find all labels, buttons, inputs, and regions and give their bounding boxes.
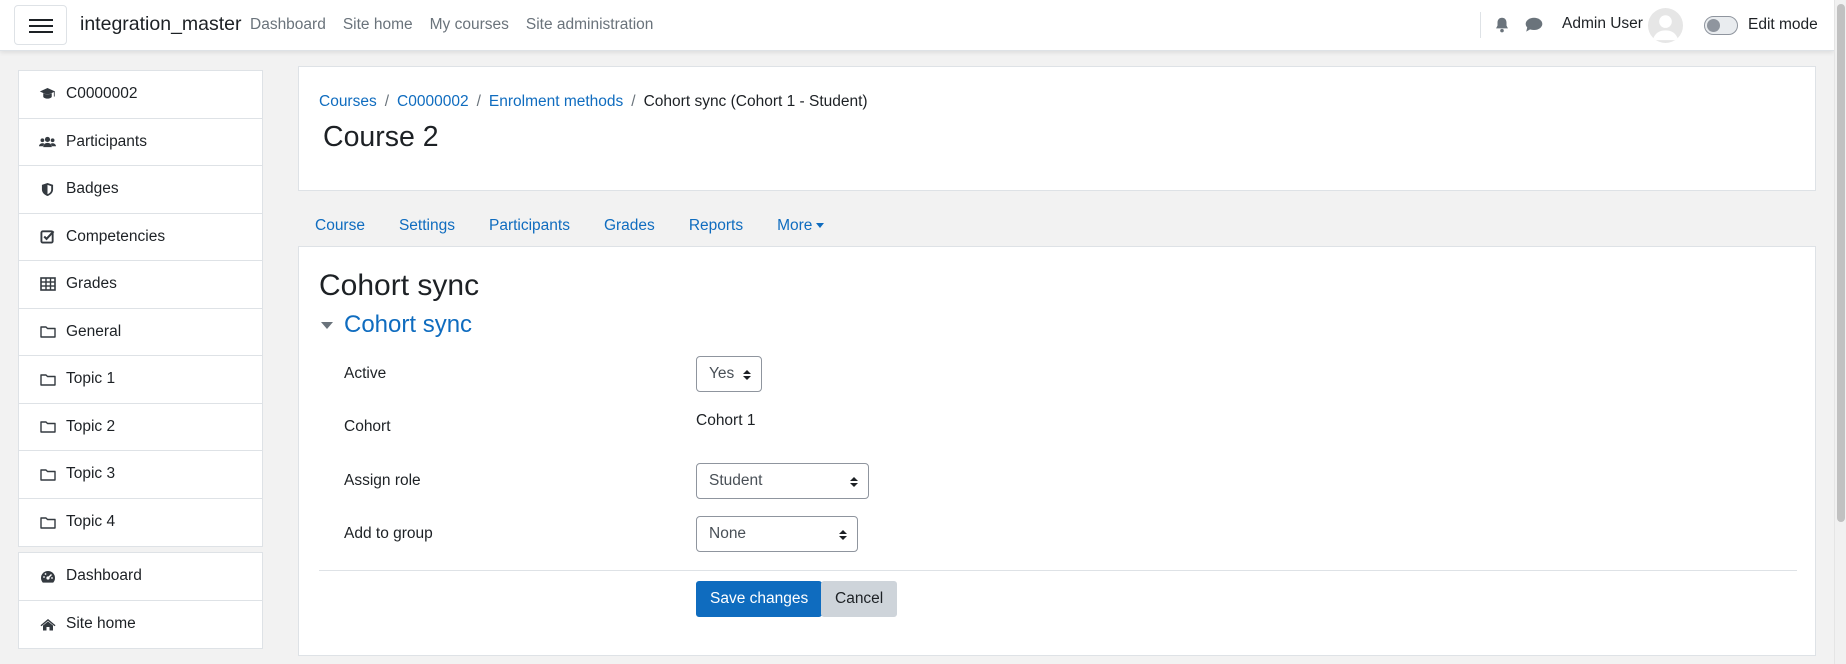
form-page-heading: Cohort sync xyxy=(319,269,480,302)
add-to-group-select-value: None xyxy=(709,525,747,542)
drawer-item-section-general[interactable]: General xyxy=(19,309,262,356)
page-title: Course 2 xyxy=(323,121,439,153)
tab-more[interactable]: More xyxy=(760,205,841,247)
drawer-item-label: Topic 1 xyxy=(66,370,116,388)
table-icon xyxy=(39,276,56,292)
breadcrumb-separator: / xyxy=(631,93,636,110)
tab-grades[interactable]: Grades xyxy=(587,205,672,247)
drawer-item-label: Topic 3 xyxy=(66,465,116,483)
drawer-item-grades[interactable]: Grades xyxy=(19,261,262,309)
drawer-item-participants[interactable]: Participants xyxy=(19,119,262,166)
nav-dashboard[interactable]: Dashboard xyxy=(250,16,326,34)
assign-role-label: Assign role xyxy=(344,472,421,489)
assign-role-select[interactable]: Student xyxy=(696,463,869,499)
page-scrollbar[interactable] xyxy=(1834,0,1846,664)
nav-site-administration[interactable]: Site administration xyxy=(526,16,654,34)
home-icon xyxy=(39,616,56,632)
tab-course[interactable]: Course xyxy=(298,205,382,247)
folder-icon xyxy=(39,514,56,530)
drawer-item-label: Topic 4 xyxy=(66,513,116,531)
cancel-button[interactable]: Cancel xyxy=(821,581,898,617)
drawer-item-label: Topic 2 xyxy=(66,417,116,435)
folder-icon xyxy=(39,419,56,435)
cohort-value: Cohort 1 xyxy=(696,412,756,429)
active-select-value: Yes xyxy=(709,365,735,382)
drawer-item-label: Participants xyxy=(66,132,147,150)
section-toggle[interactable]: Cohort sync xyxy=(321,311,472,339)
drawer-site-group: Dashboard Site home xyxy=(18,552,263,649)
bell-icon[interactable] xyxy=(1493,16,1511,34)
save-changes-button[interactable]: Save changes xyxy=(696,581,823,617)
users-icon xyxy=(39,134,56,150)
drawer-item-section-topic-4[interactable]: Topic 4 xyxy=(19,499,262,547)
cohort-label: Cohort xyxy=(344,418,391,435)
add-to-group-label: Add to group xyxy=(344,525,433,542)
tab-settings[interactable]: Settings xyxy=(382,205,472,247)
drawer-item-label: Dashboard xyxy=(66,567,142,585)
nav-my-courses[interactable]: My courses xyxy=(430,16,509,34)
drawer-item-label: Competencies xyxy=(66,227,166,245)
site-name[interactable]: integration_master xyxy=(80,13,242,36)
breadcrumb-courses[interactable]: Courses xyxy=(319,93,377,111)
page-header: Courses / C0000002 / Enrolment methods /… xyxy=(298,66,1816,191)
main-content: Cohort sync Cohort sync Active Yes Cohor… xyxy=(298,246,1816,656)
breadcrumb-enrolment-methods[interactable]: Enrolment methods xyxy=(489,93,623,111)
drawer-item-competencies[interactable]: Competencies xyxy=(19,214,262,261)
breadcrumb-separator: / xyxy=(384,93,390,110)
checkbox-icon xyxy=(39,229,56,245)
drawer-item-dashboard[interactable]: Dashboard xyxy=(19,553,262,601)
course-index-drawer: C0000002 Participants Badges Competencie… xyxy=(18,70,263,649)
drawer-item-label: Site home xyxy=(66,615,136,633)
drawer-item-section-topic-2[interactable]: Topic 2 xyxy=(19,404,262,451)
avatar[interactable] xyxy=(1648,8,1683,43)
add-to-group-select[interactable]: None xyxy=(696,516,858,552)
drawer-item-site-home[interactable]: Site home xyxy=(19,601,262,649)
drawer-course-group: C0000002 Participants Badges Competencie… xyxy=(18,70,263,547)
drawer-item-label: C0000002 xyxy=(66,85,138,103)
drawer-item-section-topic-3[interactable]: Topic 3 xyxy=(19,451,262,499)
breadcrumb-current: Cohort sync (Cohort 1 - Student) xyxy=(643,93,868,110)
breadcrumb-separator: / xyxy=(476,93,481,110)
top-navbar: integration_master Dashboard Site home M… xyxy=(0,0,1834,51)
form-divider xyxy=(319,570,1797,571)
drawer-item-course[interactable]: C0000002 xyxy=(19,71,262,119)
active-label: Active xyxy=(344,365,387,382)
assign-role-select-value: Student xyxy=(709,472,763,489)
breadcrumb-course[interactable]: C0000002 xyxy=(397,93,469,111)
primary-nav: Dashboard Site home My courses Site admi… xyxy=(250,16,653,34)
select-arrows-icon xyxy=(850,477,858,487)
nav-divider xyxy=(1480,12,1481,38)
shield-icon xyxy=(39,181,56,197)
drawer-item-label: Grades xyxy=(66,275,117,293)
drawer-item-section-topic-1[interactable]: Topic 1 xyxy=(19,356,262,404)
drawer-item-label: General xyxy=(66,322,122,340)
scrollbar-thumb[interactable] xyxy=(1837,4,1845,522)
drawer-item-badges[interactable]: Badges xyxy=(19,166,262,214)
drawer-item-label: Badges xyxy=(66,180,119,198)
tab-more-label: More xyxy=(777,217,813,234)
nav-site-home[interactable]: Site home xyxy=(343,16,413,34)
select-arrows-icon xyxy=(743,370,751,380)
collapse-caret-icon xyxy=(321,321,333,329)
dashboard-icon xyxy=(39,568,56,584)
select-arrows-icon xyxy=(839,530,847,540)
folder-icon xyxy=(39,466,56,482)
breadcrumb: Courses / C0000002 / Enrolment methods /… xyxy=(319,93,868,111)
chat-icon[interactable] xyxy=(1524,16,1544,34)
graduation-cap-icon xyxy=(39,86,56,102)
user-name[interactable]: Admin User xyxy=(1562,15,1643,33)
tab-participants[interactable]: Participants xyxy=(472,205,587,247)
folder-icon xyxy=(39,371,56,387)
tab-reports[interactable]: Reports xyxy=(672,205,760,247)
secondary-nav: Course Settings Participants Grades Repo… xyxy=(298,205,841,247)
edit-mode-toggle[interactable] xyxy=(1704,16,1738,35)
caret-down-icon xyxy=(816,223,825,229)
active-select[interactable]: Yes xyxy=(696,356,762,392)
folder-icon xyxy=(39,324,56,340)
edit-mode-label: Edit mode xyxy=(1748,16,1818,33)
section-title: Cohort sync xyxy=(344,311,473,338)
hamburger-menu-button[interactable] xyxy=(14,5,67,45)
